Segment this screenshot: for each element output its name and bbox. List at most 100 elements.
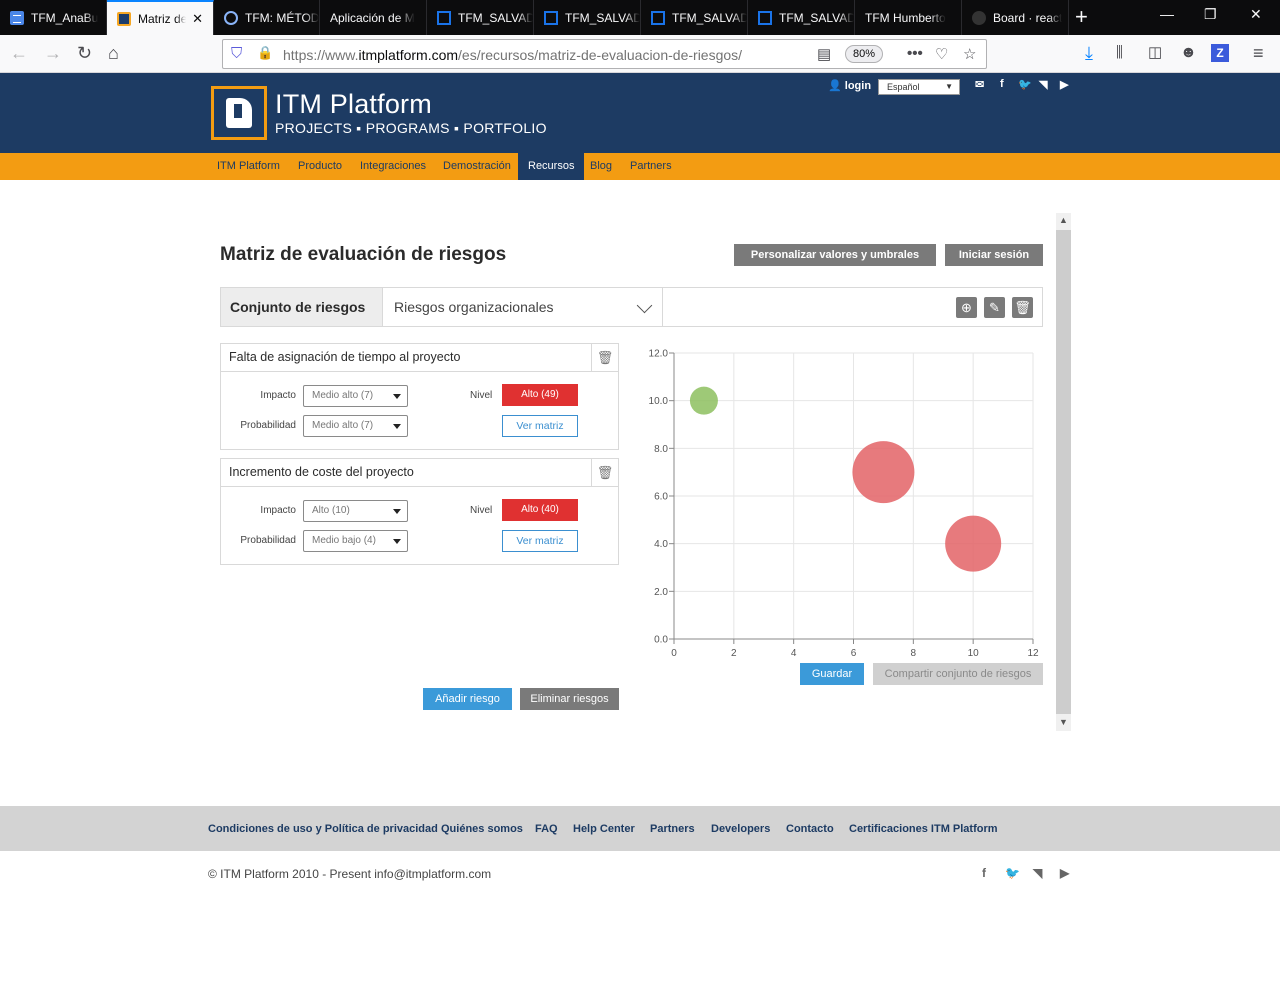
delete-risk-trash-icon[interactable]: 🗑 <box>591 344 618 372</box>
pdf-icon <box>758 10 772 25</box>
footer-link-contact[interactable]: Contacto <box>786 823 834 835</box>
browser-tab-strip: TFM_AnaBu Matriz de ✕ TFM: MÉTOD Aplicac… <box>0 0 1280 35</box>
footer-link-terms[interactable]: Condiciones de uso y Política de privaci… <box>208 823 438 835</box>
probability-select[interactable]: Medio alto (7) <box>303 415 408 437</box>
risk-name[interactable]: Falta de asignación de tiempo al proyect… <box>229 350 460 364</box>
restore-icon[interactable]: ❐ <box>1204 6 1217 23</box>
hamburger-menu-icon[interactable]: ≡ <box>1253 43 1264 63</box>
footer-link-partners[interactable]: Partners <box>650 823 695 835</box>
view-matrix-button[interactable]: Ver matriz <box>502 415 578 437</box>
risk-set-select[interactable]: Riesgos organizacionales <box>383 288 663 326</box>
zotero-extension-icon[interactable]: Z <box>1211 44 1229 62</box>
sign-in-button[interactable]: Iniciar sesión <box>945 244 1043 266</box>
footer-link-about[interactable]: Quiénes somos <box>441 823 523 835</box>
browser-tab[interactable]: TFM_SALVAD <box>427 0 534 35</box>
youtube-icon[interactable]: ▶ <box>1060 78 1068 91</box>
zoom-level-badge[interactable]: 80% <box>845 45 883 63</box>
menu-item-demostracion[interactable]: Demostración <box>443 153 511 180</box>
browser-tab[interactable]: TFM: MÉTOD <box>214 0 320 35</box>
browser-tab[interactable]: TFM Humberto <box>855 0 962 35</box>
menu-item-blog[interactable]: Blog <box>590 153 612 180</box>
more-actions-icon[interactable]: ••• <box>907 45 923 62</box>
footer-link-faq[interactable]: FAQ <box>535 823 558 835</box>
customize-values-button[interactable]: Personalizar valores y umbrales <box>734 244 936 266</box>
rss-icon[interactable]: ◥ <box>1033 866 1042 880</box>
reload-icon[interactable]: ↻ <box>77 43 92 63</box>
sidebar-icon[interactable]: ◫ <box>1148 43 1162 63</box>
chart-axes <box>669 352 1034 644</box>
library-icon[interactable]: ⫼ <box>1116 43 1123 63</box>
add-risk-button[interactable]: Añadir riesgo <box>423 688 512 710</box>
probability-select[interactable]: Medio bajo (4) <box>303 530 408 552</box>
dropdown-arrow-icon <box>393 394 401 399</box>
twitter-icon[interactable]: 🐦 <box>1018 78 1032 91</box>
facebook-icon[interactable]: f <box>1000 78 1004 90</box>
back-icon[interactable]: ← <box>10 43 28 63</box>
window-close-icon[interactable]: ✕ <box>1250 6 1262 23</box>
email-icon[interactable]: ✉ <box>975 78 984 91</box>
impact-label: Impacto <box>260 505 296 516</box>
footer-link-help-center[interactable]: Help Center <box>573 823 635 835</box>
probability-value: Medio bajo (4) <box>312 535 376 546</box>
pocket-icon[interactable]: ♡ <box>935 45 948 63</box>
scroll-down-icon[interactable]: ▼ <box>1059 717 1068 727</box>
x-tick-label: 0 <box>671 648 677 659</box>
reader-view-icon[interactable]: ▤ <box>817 45 831 63</box>
login-link[interactable]: 👤 login <box>828 79 871 92</box>
risk-bubble[interactable] <box>852 441 915 504</box>
url-bar[interactable]: ⛉ 🔒 https://www.itmplatform.com/es/recur… <box>222 39 987 69</box>
url-text[interactable]: https://www.itmplatform.com/es/recursos/… <box>283 47 742 63</box>
content-scrollbar[interactable]: ▲ ▼ <box>1056 213 1071 731</box>
brand-name[interactable]: ITM Platform <box>275 89 432 120</box>
view-matrix-button[interactable]: Ver matriz <box>502 530 578 552</box>
minimize-icon[interactable]: — <box>1160 6 1174 22</box>
add-circle-icon[interactable]: ⊕ <box>956 297 977 318</box>
risk-card: Incremento de coste del proyecto 🗑 Impac… <box>220 458 619 565</box>
risk-bubble[interactable] <box>945 515 1002 572</box>
impact-select[interactable]: Alto (10) <box>303 500 408 522</box>
browser-tab[interactable]: TFM_SALVAD <box>534 0 641 35</box>
twitter-icon[interactable]: 🐦 <box>1005 866 1020 880</box>
delete-risk-trash-icon[interactable]: 🗑 <box>591 459 618 487</box>
close-tab-icon[interactable]: ✕ <box>192 11 203 27</box>
menu-item-partners[interactable]: Partners <box>630 153 672 180</box>
scroll-thumb[interactable] <box>1056 230 1071 714</box>
browser-tab[interactable]: TFM_SALVAD <box>748 0 855 35</box>
forward-icon[interactable]: → <box>44 43 62 63</box>
pdf-icon <box>544 10 558 25</box>
footer-link-certifications[interactable]: Certificaciones ITM Platform <box>849 823 998 835</box>
save-button[interactable]: Guardar <box>800 663 864 685</box>
youtube-icon[interactable]: ▶ <box>1060 866 1069 880</box>
footer-links: Condiciones de uso y Política de privaci… <box>0 806 1280 851</box>
account-icon[interactable]: ☻ <box>1180 43 1197 63</box>
x-tick-label: 4 <box>791 648 797 659</box>
menu-item-itm-platform[interactable]: ITM Platform <box>217 153 280 180</box>
browser-tab[interactable]: Board · react <box>962 0 1069 35</box>
impact-select[interactable]: Medio alto (7) <box>303 385 408 407</box>
browser-tab[interactable]: TFM_AnaBu <box>0 0 107 35</box>
edit-pencil-icon[interactable]: ✎ <box>984 297 1005 318</box>
menu-item-recursos[interactable]: Recursos <box>518 153 585 180</box>
browser-tab[interactable]: TFM_SALVAD <box>641 0 748 35</box>
trash-icon[interactable]: 🗑 <box>1012 297 1033 318</box>
risk-bubble[interactable] <box>689 386 718 415</box>
lock-icon[interactable]: 🔒 <box>257 45 273 61</box>
menu-item-integraciones[interactable]: Integraciones <box>360 153 426 180</box>
scroll-up-icon[interactable]: ▲ <box>1059 215 1068 225</box>
tracking-shield-icon[interactable]: ⛉ <box>231 45 242 62</box>
itm-logo-icon[interactable] <box>211 86 267 140</box>
footer-link-developers[interactable]: Developers <box>711 823 770 835</box>
bookmark-star-icon[interactable]: ☆ <box>963 45 976 63</box>
download-icon[interactable]: ⤓ <box>1085 43 1093 63</box>
facebook-icon[interactable]: f <box>982 866 986 880</box>
y-tick-label: 6.0 <box>654 492 668 503</box>
browser-tab[interactable]: Aplicación de M <box>320 0 427 35</box>
home-icon[interactable]: ⌂ <box>108 43 119 63</box>
browser-tab-active[interactable]: Matriz de ✕ <box>107 0 214 35</box>
risk-name[interactable]: Incremento de coste del proyecto <box>229 465 414 479</box>
new-tab-icon[interactable]: + <box>1075 4 1088 30</box>
menu-item-producto[interactable]: Producto <box>298 153 342 180</box>
language-select[interactable]: Español ▼ <box>878 79 960 95</box>
rss-icon[interactable]: ◥ <box>1039 78 1047 91</box>
delete-risks-button[interactable]: Eliminar riesgos <box>520 688 619 710</box>
